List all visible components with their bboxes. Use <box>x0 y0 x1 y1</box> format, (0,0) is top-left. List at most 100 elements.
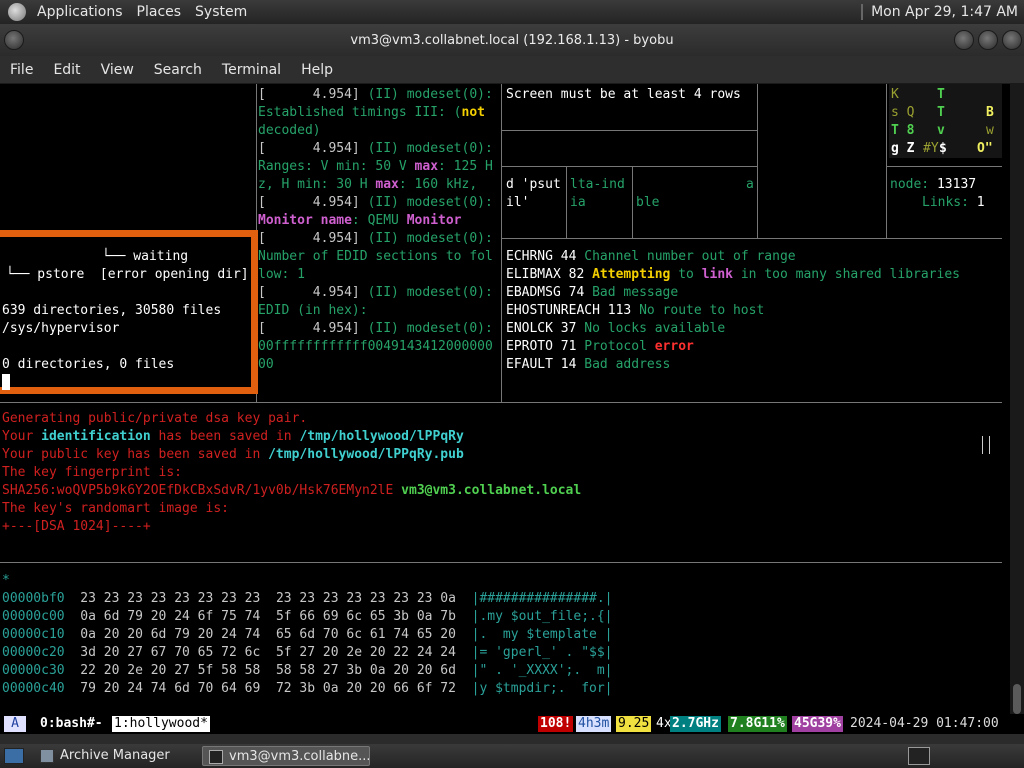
log-keyword: not <box>461 105 485 120</box>
pane-divider <box>886 166 1002 167</box>
keygen-text: has been saved in <box>150 429 300 444</box>
menu-edit[interactable]: Edit <box>43 62 90 78</box>
errno-text: Protocol <box>584 339 655 354</box>
terminal-cursor <box>2 374 10 390</box>
pane-divider <box>632 166 633 238</box>
errno-name: ELIBMAX <box>506 267 561 282</box>
status-datetime: 2024-04-29 01:47:00 <box>850 716 999 731</box>
hex-bytes: 79 20 24 74 6d 70 64 69 72 3b 0a 20 20 6… <box>80 681 456 696</box>
close-button[interactable] <box>1002 30 1022 50</box>
menu-file[interactable]: File <box>0 62 43 78</box>
matrix-char: O" <box>977 141 993 156</box>
terminal-icon <box>209 750 223 764</box>
log-text: z, H min: 30 H <box>258 177 376 192</box>
errno-text: No route to host <box>639 303 765 318</box>
workspace-switcher-icon[interactable] <box>908 747 930 765</box>
minimize-button[interactable] <box>954 30 974 50</box>
errno-text: to <box>670 267 702 282</box>
window-title: vm3@vm3.collabnet.local (192.168.1.13) -… <box>350 32 674 48</box>
panel-separator <box>861 4 864 20</box>
links-value: 1 <box>976 195 985 210</box>
node-info: node: 13137 <box>890 176 976 194</box>
errno-name: EPROTO <box>506 339 553 354</box>
matrix-char: w <box>986 123 994 138</box>
window-controls <box>954 30 1022 50</box>
hex-address: 00000c20 <box>2 645 65 660</box>
log-text: Number of EDID sections to fol <box>258 249 493 264</box>
terminal-scrollbar[interactable] <box>1010 84 1024 734</box>
terminal-area[interactable]: [ 4.954] (II) modeset(0): Established ti… <box>0 84 1024 714</box>
applications-menu[interactable]: Applications <box>30 0 130 24</box>
log-message: (II) modeset(0): <box>367 231 493 246</box>
window-titlebar[interactable]: vm3@vm3.collabnet.local (192.168.1.13) -… <box>0 24 1024 56</box>
matrix-char: s Q <box>891 105 915 120</box>
hex-bytes: 0a 6d 79 20 24 6f 75 74 5f 66 69 6c 65 3… <box>80 609 456 624</box>
hex-bytes: 23 23 23 23 23 23 23 23 23 23 23 23 23 2… <box>80 591 456 606</box>
keygen-text: Your public key has been saved in <box>2 447 269 462</box>
top-panel: Applications Places System Mon Apr 29, 1… <box>0 0 1024 24</box>
keygen-fingerprint: SHA256:woQVP5b9k6Y2OEfDkCBxSdvR/1yv0b/Hs… <box>2 483 402 498</box>
window-menu-button[interactable] <box>4 30 24 50</box>
status-updates: 108! <box>538 716 574 732</box>
panel-clock[interactable]: Mon Apr 29, 1:47 AM <box>871 4 1024 20</box>
errno-number: 113 <box>607 303 632 318</box>
pane-divider <box>501 84 502 402</box>
matrix-char: B <box>986 105 994 120</box>
keygen-randomart: +---[DSA 1024]----+ <box>2 519 151 534</box>
screen-fragment: d 'psut <box>506 177 561 192</box>
status-load: 9.25 <box>616 716 652 732</box>
errno-text: No locks available <box>584 321 726 336</box>
links-info: Links: 1 <box>922 194 985 212</box>
gnome-foot-icon[interactable] <box>8 3 26 21</box>
errno-number: 14 <box>560 357 577 372</box>
log-hex: 00ffffffffffff0049143412000000 <box>258 339 493 354</box>
log-timestamp: [ 4.954] <box>258 87 368 102</box>
screen-fragment: lta-ind <box>570 177 625 192</box>
errno-name: EHOSTUNREACH <box>506 303 600 318</box>
hex-ascii: |###############.| <box>471 591 613 606</box>
keygen-path: /tmp/hollywood/lPPqRy <box>299 429 464 444</box>
menu-view[interactable]: View <box>91 62 144 78</box>
menu-search[interactable]: Search <box>144 62 212 78</box>
pane-divider <box>886 84 887 238</box>
log-keyword: Monitor <box>406 213 462 228</box>
errno-number: 74 <box>568 285 585 300</box>
places-menu[interactable]: Places <box>130 0 189 24</box>
matrix-char: g Z <box>891 141 915 156</box>
pane-matrix: K T s Q T B T 8 v w g Z #Y $ O" <box>889 84 1002 158</box>
byobu-window-1[interactable]: 1:hollywood* <box>112 716 210 732</box>
log-text: low: 1 <box>258 267 305 282</box>
errno-name: EFAULT <box>506 357 553 372</box>
node-value: 13137 <box>936 177 977 192</box>
status-uptime: 4h3m <box>576 716 612 732</box>
matrix-char: $ <box>939 141 947 156</box>
status-cpu-freq: 2.7GHz <box>670 716 721 732</box>
hex-star: * <box>2 573 10 588</box>
errno-text: Bad address <box>584 357 671 372</box>
log-message: (II) modeset(0): <box>367 285 493 300</box>
hex-ascii: |.my $out_file;.{| <box>471 609 613 624</box>
tree-entry: └── waiting <box>102 249 189 264</box>
matrix-char: T 8 <box>891 123 915 138</box>
keygen-line: The key's randomart image is: <box>2 501 229 516</box>
menu-help[interactable]: Help <box>291 62 343 78</box>
matrix-char: T <box>937 87 945 102</box>
log-text: : QEMU <box>351 213 407 228</box>
pane-divider <box>501 130 757 131</box>
byobu-window-0[interactable]: 0:bash#- <box>38 716 105 732</box>
hex-ascii: |= 'gperl_' . "$$| <box>471 645 613 660</box>
screen-fragment: il' <box>506 195 530 210</box>
system-menu[interactable]: System <box>188 0 254 24</box>
hex-ascii: |y $tmpdir;. for| <box>471 681 613 696</box>
show-desktop-icon[interactable] <box>4 748 24 764</box>
hex-bytes: 3d 20 27 67 70 65 72 6c 5f 27 20 2e 20 2… <box>80 645 456 660</box>
task-terminal[interactable]: vm3@vm3.collabne... <box>202 746 370 766</box>
task-label: Archive Manager <box>60 748 170 763</box>
scrollbar-thumb[interactable] <box>1013 684 1021 714</box>
errno-text: in too many shared libraries <box>733 267 960 282</box>
hex-bytes: 22 20 2e 20 27 5f 58 58 58 58 27 3b 0a 2… <box>80 663 456 678</box>
keygen-line: Generating public/private dsa key pair. <box>2 411 308 426</box>
menu-terminal[interactable]: Terminal <box>212 62 291 78</box>
maximize-button[interactable] <box>978 30 998 50</box>
task-archive-manager[interactable]: Archive Manager <box>34 746 194 766</box>
